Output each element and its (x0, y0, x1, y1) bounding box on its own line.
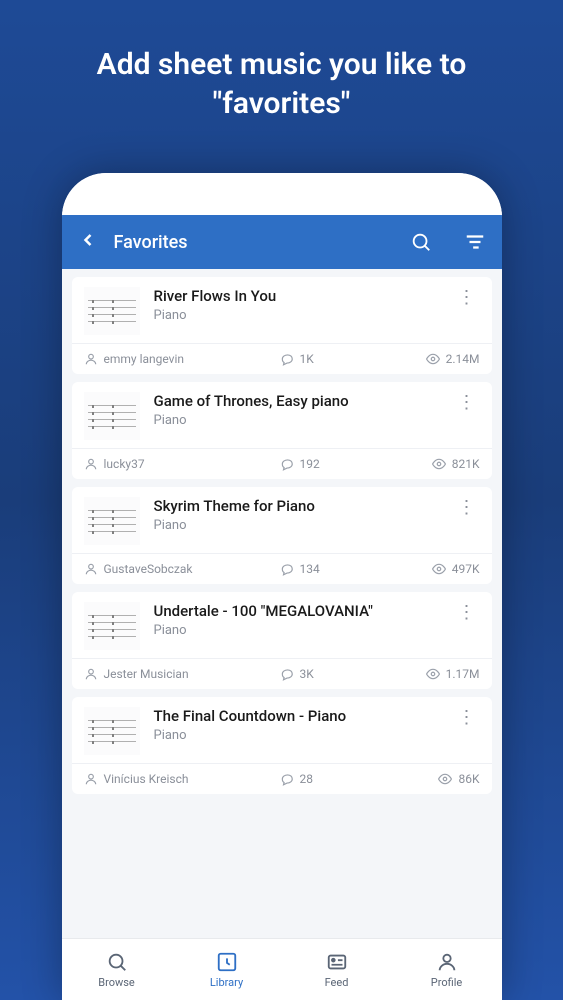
nav-browse[interactable]: Browse (62, 939, 172, 1000)
list-item-info: River Flows In You Piano (154, 287, 440, 335)
nav-label: Profile (431, 976, 462, 989)
more-icon[interactable]: ⋮ (454, 707, 480, 755)
user-icon (84, 352, 98, 366)
item-user: GustaveSobczak (104, 562, 193, 576)
more-icon[interactable]: ⋮ (454, 602, 480, 650)
item-comments: 3K (300, 667, 314, 681)
list-item-info: The Final Countdown - Piano Piano (154, 707, 440, 755)
nav-label: Feed (325, 976, 349, 989)
item-stats: Jester Musician 3K 1.17M (72, 658, 492, 689)
list-item[interactable]: The Final Countdown - Piano Piano ⋮ Viní… (72, 697, 492, 794)
item-comments: 1K (300, 352, 314, 366)
item-stats: GustaveSobczak 134 497K (72, 553, 492, 584)
promo-heading: Add sheet music you like to "favorites" (97, 45, 467, 123)
list-item-main[interactable]: The Final Countdown - Piano Piano ⋮ (72, 697, 492, 763)
item-user: emmy langevin (104, 352, 185, 366)
item-views: 497K (452, 562, 480, 576)
page-title: Favorites (114, 232, 378, 253)
item-views: 821K (452, 457, 480, 471)
item-user: lucky37 (104, 457, 145, 471)
sort-icon[interactable] (464, 231, 486, 253)
sheet-thumbnail (84, 602, 140, 650)
item-instrument: Piano (154, 518, 440, 533)
nav-feed[interactable]: Feed (282, 939, 392, 1000)
back-icon[interactable] (78, 228, 98, 256)
eye-icon (426, 352, 440, 366)
list-item-info: Game of Thrones, Easy piano Piano (154, 392, 440, 440)
user-icon (84, 457, 98, 471)
nav-label: Browse (98, 976, 135, 989)
eye-icon (438, 772, 452, 786)
app-header: Favorites (62, 215, 502, 269)
item-title: River Flows In You (154, 287, 440, 305)
item-stats: emmy langevin 1K 2.14M (72, 343, 492, 374)
item-title: The Final Countdown - Piano (154, 707, 440, 725)
search-icon[interactable] (410, 231, 432, 253)
item-views: 2.14M (446, 352, 480, 366)
list-item[interactable]: Undertale - 100 "MEGALOVANIA" Piano ⋮ Je… (72, 592, 492, 689)
item-comments: 28 (300, 772, 314, 786)
status-bar (62, 173, 502, 215)
user-icon (84, 667, 98, 681)
phone-frame: Favorites River Flows In You Piano ⋮ (62, 173, 502, 1000)
item-comments: 134 (300, 562, 320, 576)
sheet-thumbnail (84, 497, 140, 545)
eye-icon (426, 667, 440, 681)
item-instrument: Piano (154, 728, 440, 743)
eye-icon (432, 562, 446, 576)
user-icon (84, 772, 98, 786)
list-item-main[interactable]: River Flows In You Piano ⋮ (72, 277, 492, 343)
item-comments: 192 (300, 457, 320, 471)
more-icon[interactable]: ⋮ (454, 287, 480, 335)
item-user: Vinícius Kreisch (104, 772, 189, 786)
list-item-main[interactable]: Game of Thrones, Easy piano Piano ⋮ (72, 382, 492, 448)
library-icon (216, 951, 238, 973)
item-stats: Vinícius Kreisch 28 86K (72, 763, 492, 794)
user-icon (84, 562, 98, 576)
list-item-info: Undertale - 100 "MEGALOVANIA" Piano (154, 602, 440, 650)
eye-icon (432, 457, 446, 471)
list-item[interactable]: Game of Thrones, Easy piano Piano ⋮ luck… (72, 382, 492, 479)
item-views: 86K (458, 772, 479, 786)
list-item-main[interactable]: Undertale - 100 "MEGALOVANIA" Piano ⋮ (72, 592, 492, 658)
comment-icon (280, 667, 294, 681)
item-views: 1.17M (446, 667, 480, 681)
feed-icon (326, 951, 348, 973)
item-stats: lucky37 192 821K (72, 448, 492, 479)
item-instrument: Piano (154, 623, 440, 638)
favorites-list: River Flows In You Piano ⋮ emmy langevin… (62, 269, 502, 938)
sheet-thumbnail (84, 287, 140, 335)
comment-icon (280, 352, 294, 366)
item-title: Skyrim Theme for Piano (154, 497, 440, 515)
more-icon[interactable]: ⋮ (454, 392, 480, 440)
promo-line2: "favorites" (97, 84, 467, 123)
list-item[interactable]: Skyrim Theme for Piano Piano ⋮ GustaveSo… (72, 487, 492, 584)
profile-icon (436, 951, 458, 973)
item-user: Jester Musician (104, 667, 189, 681)
item-instrument: Piano (154, 413, 440, 428)
nav-library[interactable]: Library (172, 939, 282, 1000)
comment-icon (280, 772, 294, 786)
item-title: Undertale - 100 "MEGALOVANIA" (154, 602, 440, 620)
sheet-thumbnail (84, 707, 140, 755)
more-icon[interactable]: ⋮ (454, 497, 480, 545)
comment-icon (280, 562, 294, 576)
bottom-nav: Browse Library Feed Profile (62, 938, 502, 1000)
list-item[interactable]: River Flows In You Piano ⋮ emmy langevin… (72, 277, 492, 374)
comment-icon (280, 457, 294, 471)
list-item-info: Skyrim Theme for Piano Piano (154, 497, 440, 545)
promo-line1: Add sheet music you like to (97, 45, 467, 84)
list-item-main[interactable]: Skyrim Theme for Piano Piano ⋮ (72, 487, 492, 553)
nav-profile[interactable]: Profile (392, 939, 502, 1000)
search-icon (106, 951, 128, 973)
sheet-thumbnail (84, 392, 140, 440)
item-title: Game of Thrones, Easy piano (154, 392, 440, 410)
item-instrument: Piano (154, 308, 440, 323)
nav-label: Library (210, 976, 243, 989)
